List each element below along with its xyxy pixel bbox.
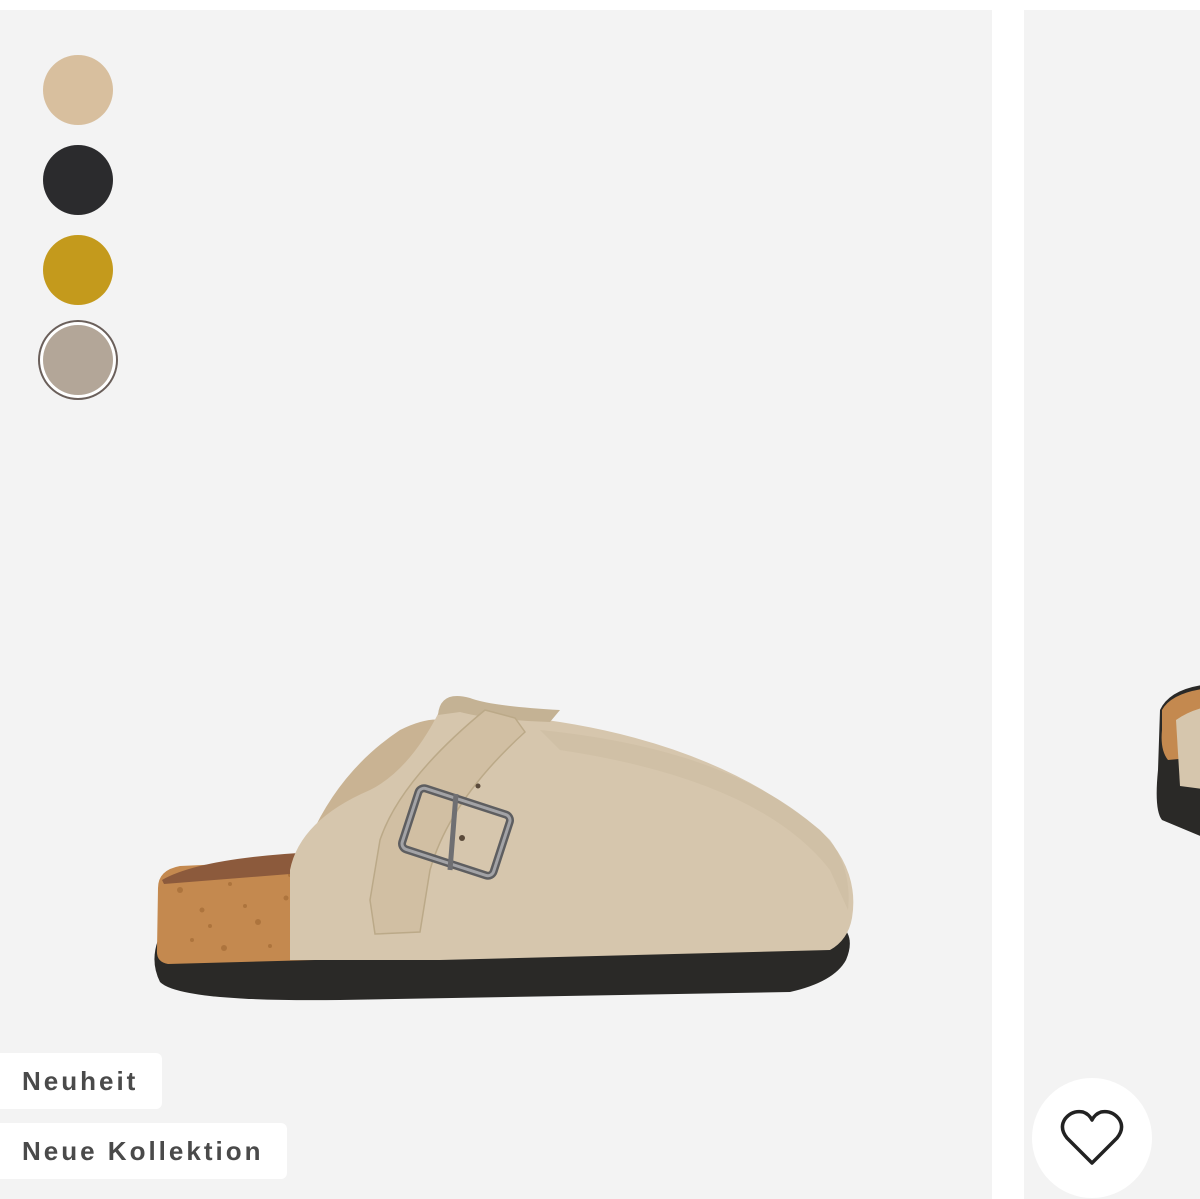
product-listing: Neuheit Neue Kollektion xyxy=(0,0,1200,1199)
next-product-image[interactable] xyxy=(1130,670,1200,850)
color-swatch-mustard[interactable] xyxy=(43,235,113,305)
color-swatch-beige[interactable] xyxy=(43,55,113,125)
color-swatch-list xyxy=(43,55,115,415)
color-swatch-black[interactable] xyxy=(43,145,113,215)
product-card[interactable]: Neuheit Neue Kollektion xyxy=(0,10,992,1199)
next-product-card[interactable] xyxy=(1024,10,1200,1199)
new-badge: Neuheit xyxy=(0,1053,163,1109)
clog-shoe-image[interactable] xyxy=(140,670,870,1010)
wishlist-button[interactable] xyxy=(1032,1078,1152,1198)
color-swatch-taupe[interactable] xyxy=(43,325,113,395)
heart-outline-icon xyxy=(1060,1109,1124,1165)
new-collection-badge: Neue Kollektion xyxy=(0,1123,288,1179)
